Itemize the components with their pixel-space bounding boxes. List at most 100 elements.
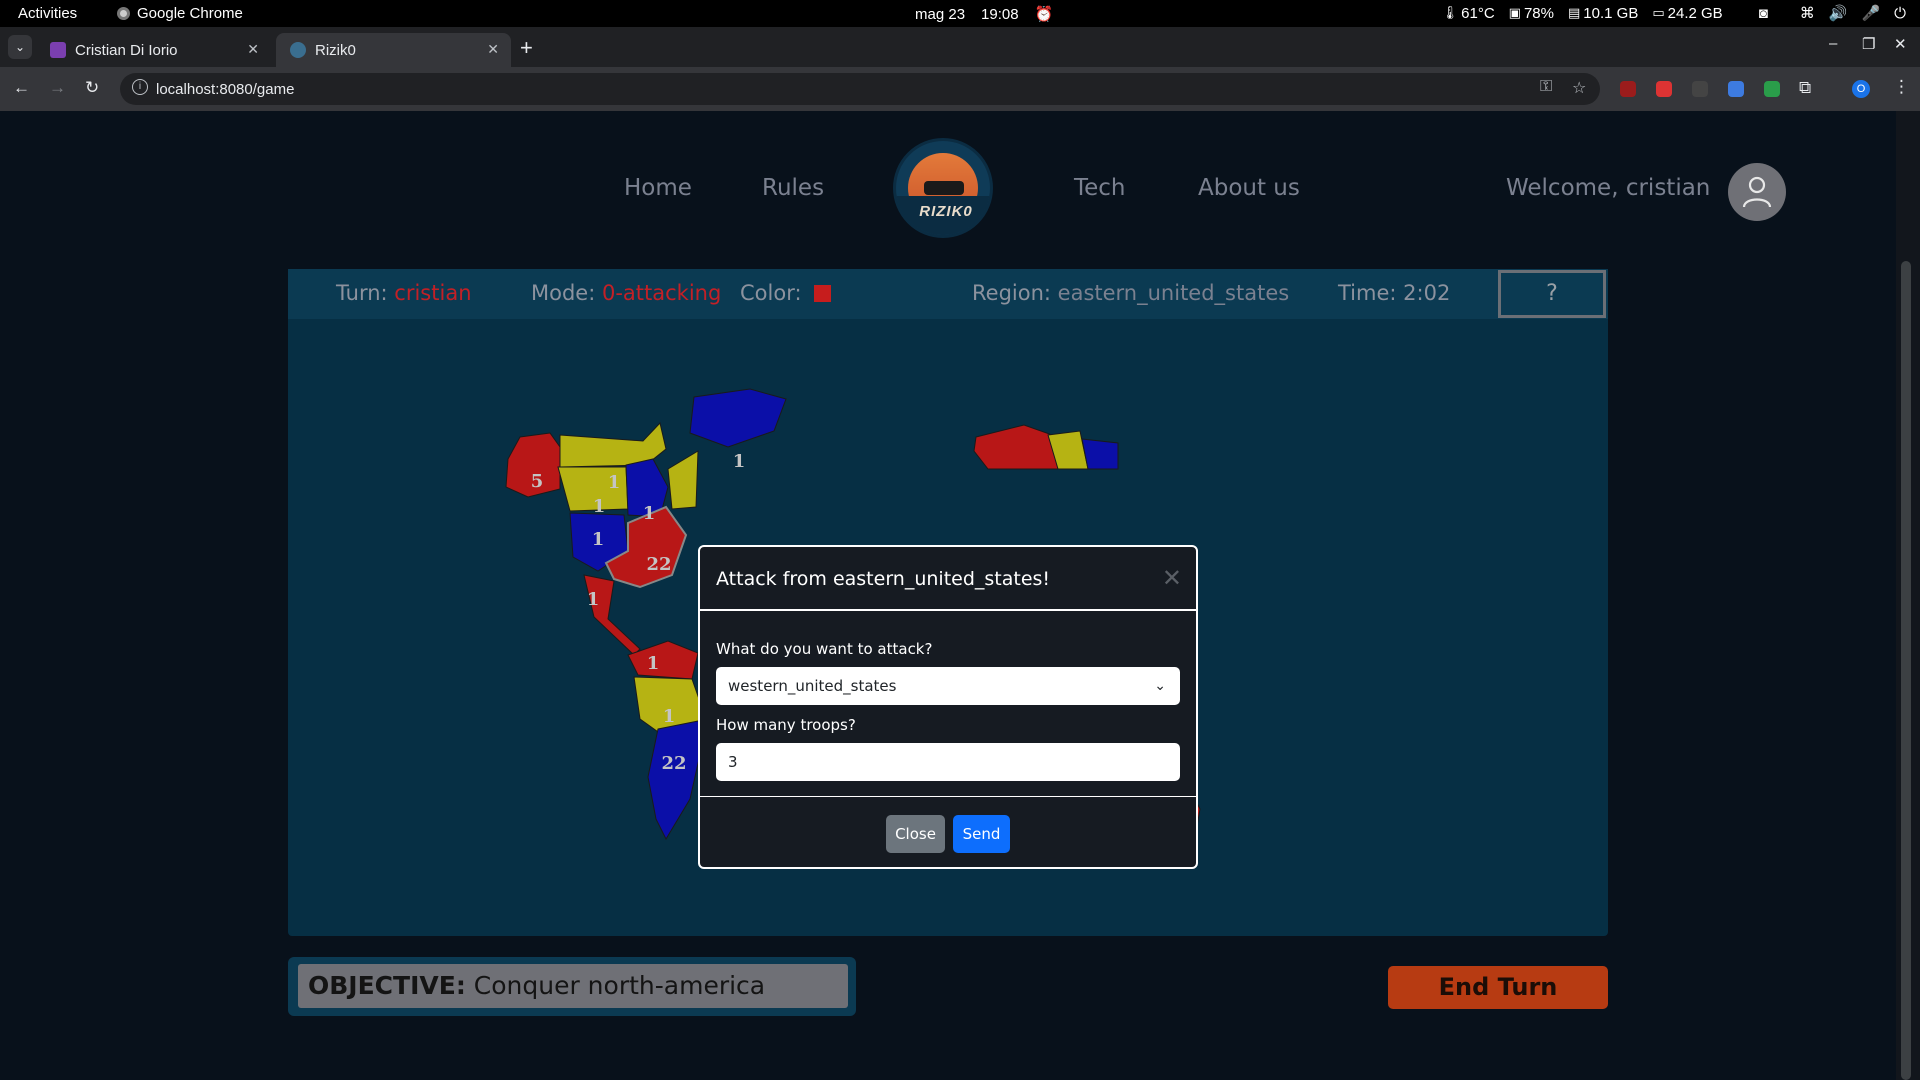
discord-icon[interactable]: ◙ — [1759, 5, 1768, 22]
minimize-button[interactable]: – — [1829, 35, 1837, 52]
alarm-icon: ⏰ — [1034, 6, 1054, 23]
troop-count: 1 — [733, 451, 746, 472]
troop-count: 1 — [608, 472, 621, 493]
time-status: Time: 2:02 — [1338, 281, 1450, 305]
user-avatar[interactable] — [1728, 163, 1786, 221]
url-text: localhost:8080/game — [156, 80, 295, 98]
close-window-button[interactable]: ✕ — [1894, 35, 1907, 53]
disk-value: 24.2 GB — [1667, 4, 1723, 22]
browser-toolbar: ← → ↻ i localhost:8080/game ⚿ ☆ ⧉ O ⋮ — [0, 67, 1920, 111]
welcome-text: Welcome, cristian — [1506, 175, 1711, 201]
address-bar[interactable]: i localhost:8080/game ⚿ ☆ — [120, 73, 1600, 105]
extensions-puzzle-icon[interactable]: ⧉ — [1799, 78, 1811, 98]
new-tab-button[interactable]: + — [520, 35, 533, 61]
close-icon[interactable]: ✕ — [1162, 564, 1182, 593]
end-turn-button[interactable]: End Turn — [1388, 966, 1608, 1009]
tab-search-button[interactable]: ⌄ — [8, 35, 32, 59]
modal-title: Attack from eastern_united_states! — [716, 568, 1051, 590]
region-greenland[interactable] — [689, 388, 787, 448]
time-value: 2:02 — [1403, 281, 1451, 305]
mode-label: Mode: — [531, 281, 596, 305]
region-value: eastern_united_states — [1057, 281, 1290, 305]
tab-cristian[interactable]: Cristian Di Iorio ✕ — [36, 33, 271, 67]
turn-status: Turn: cristian — [336, 281, 472, 305]
red-extension-icon[interactable] — [1656, 81, 1672, 97]
troops-input[interactable]: 3 — [716, 743, 1180, 781]
region-quebec[interactable] — [667, 450, 699, 510]
nav-home[interactable]: Home — [624, 175, 692, 201]
dark-extension-icon[interactable] — [1692, 81, 1708, 97]
page: Home Rules RIZIK0 Tech About us Welcome,… — [0, 111, 1920, 1080]
scrollbar-thumb[interactable] — [1901, 261, 1911, 1080]
help-button[interactable]: ? — [1498, 270, 1606, 318]
region-europe-east[interactable] — [1081, 438, 1119, 470]
tab-riziko[interactable]: Rizik0 ✕ — [276, 33, 511, 67]
back-button[interactable]: ← — [13, 78, 30, 98]
date-label: mag 23 — [915, 5, 966, 23]
close-button[interactable]: Close — [886, 815, 945, 853]
player-color-swatch — [814, 285, 832, 302]
troop-count: 1 — [593, 496, 606, 517]
color-label: Color: — [740, 281, 802, 305]
volume-icon[interactable]: 🔊 — [1829, 4, 1848, 22]
nav-about[interactable]: About us — [1198, 175, 1300, 201]
send-button[interactable]: Send — [953, 815, 1010, 853]
tab-close-icon[interactable]: ✕ — [247, 41, 259, 58]
temperature-value: 61°C — [1461, 4, 1495, 22]
nav-rules[interactable]: Rules — [762, 175, 824, 201]
clock[interactable]: mag 23 19:08 ⏰ — [915, 5, 1054, 24]
activities-button[interactable]: Activities — [18, 5, 77, 22]
turn-value: cristian — [394, 281, 472, 305]
microphone-icon[interactable]: 🎤 — [1861, 4, 1880, 22]
modal-header: Attack from eastern_united_states! ✕ — [700, 547, 1196, 611]
troop-count: 1 — [643, 503, 656, 524]
disk-indicator: ▭ 24.2 GB — [1652, 5, 1722, 22]
app-menu[interactable]: Google Chrome — [117, 5, 243, 22]
password-key-icon[interactable]: ⚿ — [1540, 78, 1552, 96]
temperature-indicator: 🌡 61°C — [1442, 5, 1495, 22]
profile-avatar[interactable]: O — [1852, 80, 1870, 98]
site-info-icon[interactable]: i — [132, 79, 148, 95]
react-favicon-icon — [50, 42, 66, 58]
troops-label: How many troops? — [716, 716, 856, 734]
riziko-logo[interactable]: RIZIK0 — [893, 138, 993, 238]
disk-icon: ▭ — [1652, 5, 1665, 20]
attack-modal: Attack from eastern_united_states! ✕ Wha… — [698, 545, 1198, 869]
reload-button[interactable]: ↻ — [85, 78, 99, 98]
troop-count: 22 — [661, 753, 686, 774]
target-select-value: western_united_states — [728, 677, 897, 695]
modal-footer-divider — [700, 796, 1196, 797]
nav-tech[interactable]: Tech — [1074, 175, 1126, 201]
turn-label: Turn: — [336, 281, 388, 305]
color-status: Color: — [740, 281, 832, 305]
troop-count: 22 — [646, 554, 671, 575]
power-icon[interactable]: ⏻ — [1894, 5, 1906, 22]
target-select[interactable]: western_united_states ⌄ — [716, 667, 1180, 705]
forward-button[interactable]: → — [49, 78, 66, 98]
app-name-label: Google Chrome — [137, 5, 243, 22]
chrome-icon — [117, 7, 130, 20]
objective-panel: OBJECTIVE: Conquer north-america — [288, 957, 856, 1016]
page-scrollbar[interactable] — [1896, 111, 1920, 1080]
tab-close-icon[interactable]: ✕ — [487, 41, 499, 58]
bookmark-star-icon[interactable]: ☆ — [1572, 78, 1586, 98]
region-venezuela[interactable] — [627, 640, 699, 680]
battery-indicator: ▣ 78% — [1509, 5, 1554, 22]
ublock-extension-icon[interactable] — [1620, 81, 1636, 97]
time-label: Time: — [1338, 281, 1397, 305]
objective-label: OBJECTIVE: — [308, 971, 466, 1000]
system-tray[interactable]: 🌡 61°C ▣ 78% ▤ 10.1 GB ▭ 24.2 GB ◙ ⌘ 🔊 🎤 ⏻ — [1442, 4, 1906, 23]
green-extension-icon[interactable] — [1764, 81, 1780, 97]
mode-value: 0-attacking — [601, 281, 722, 305]
restore-button[interactable]: ❐ — [1862, 35, 1875, 53]
region-central-america[interactable] — [583, 574, 641, 656]
mode-status: Mode: 0-attacking — [531, 281, 721, 305]
chrome-menu-icon[interactable]: ⋮ — [1893, 77, 1910, 97]
memory-icon: ▤ — [1568, 5, 1581, 20]
thermometer-icon: 🌡 — [1441, 5, 1459, 20]
network-icon[interactable]: ⌘ — [1800, 4, 1815, 22]
blue-extension-icon[interactable] — [1728, 81, 1744, 97]
battery-value: 78% — [1523, 4, 1554, 22]
user-icon — [1742, 176, 1772, 208]
troop-count: 1 — [647, 653, 660, 674]
